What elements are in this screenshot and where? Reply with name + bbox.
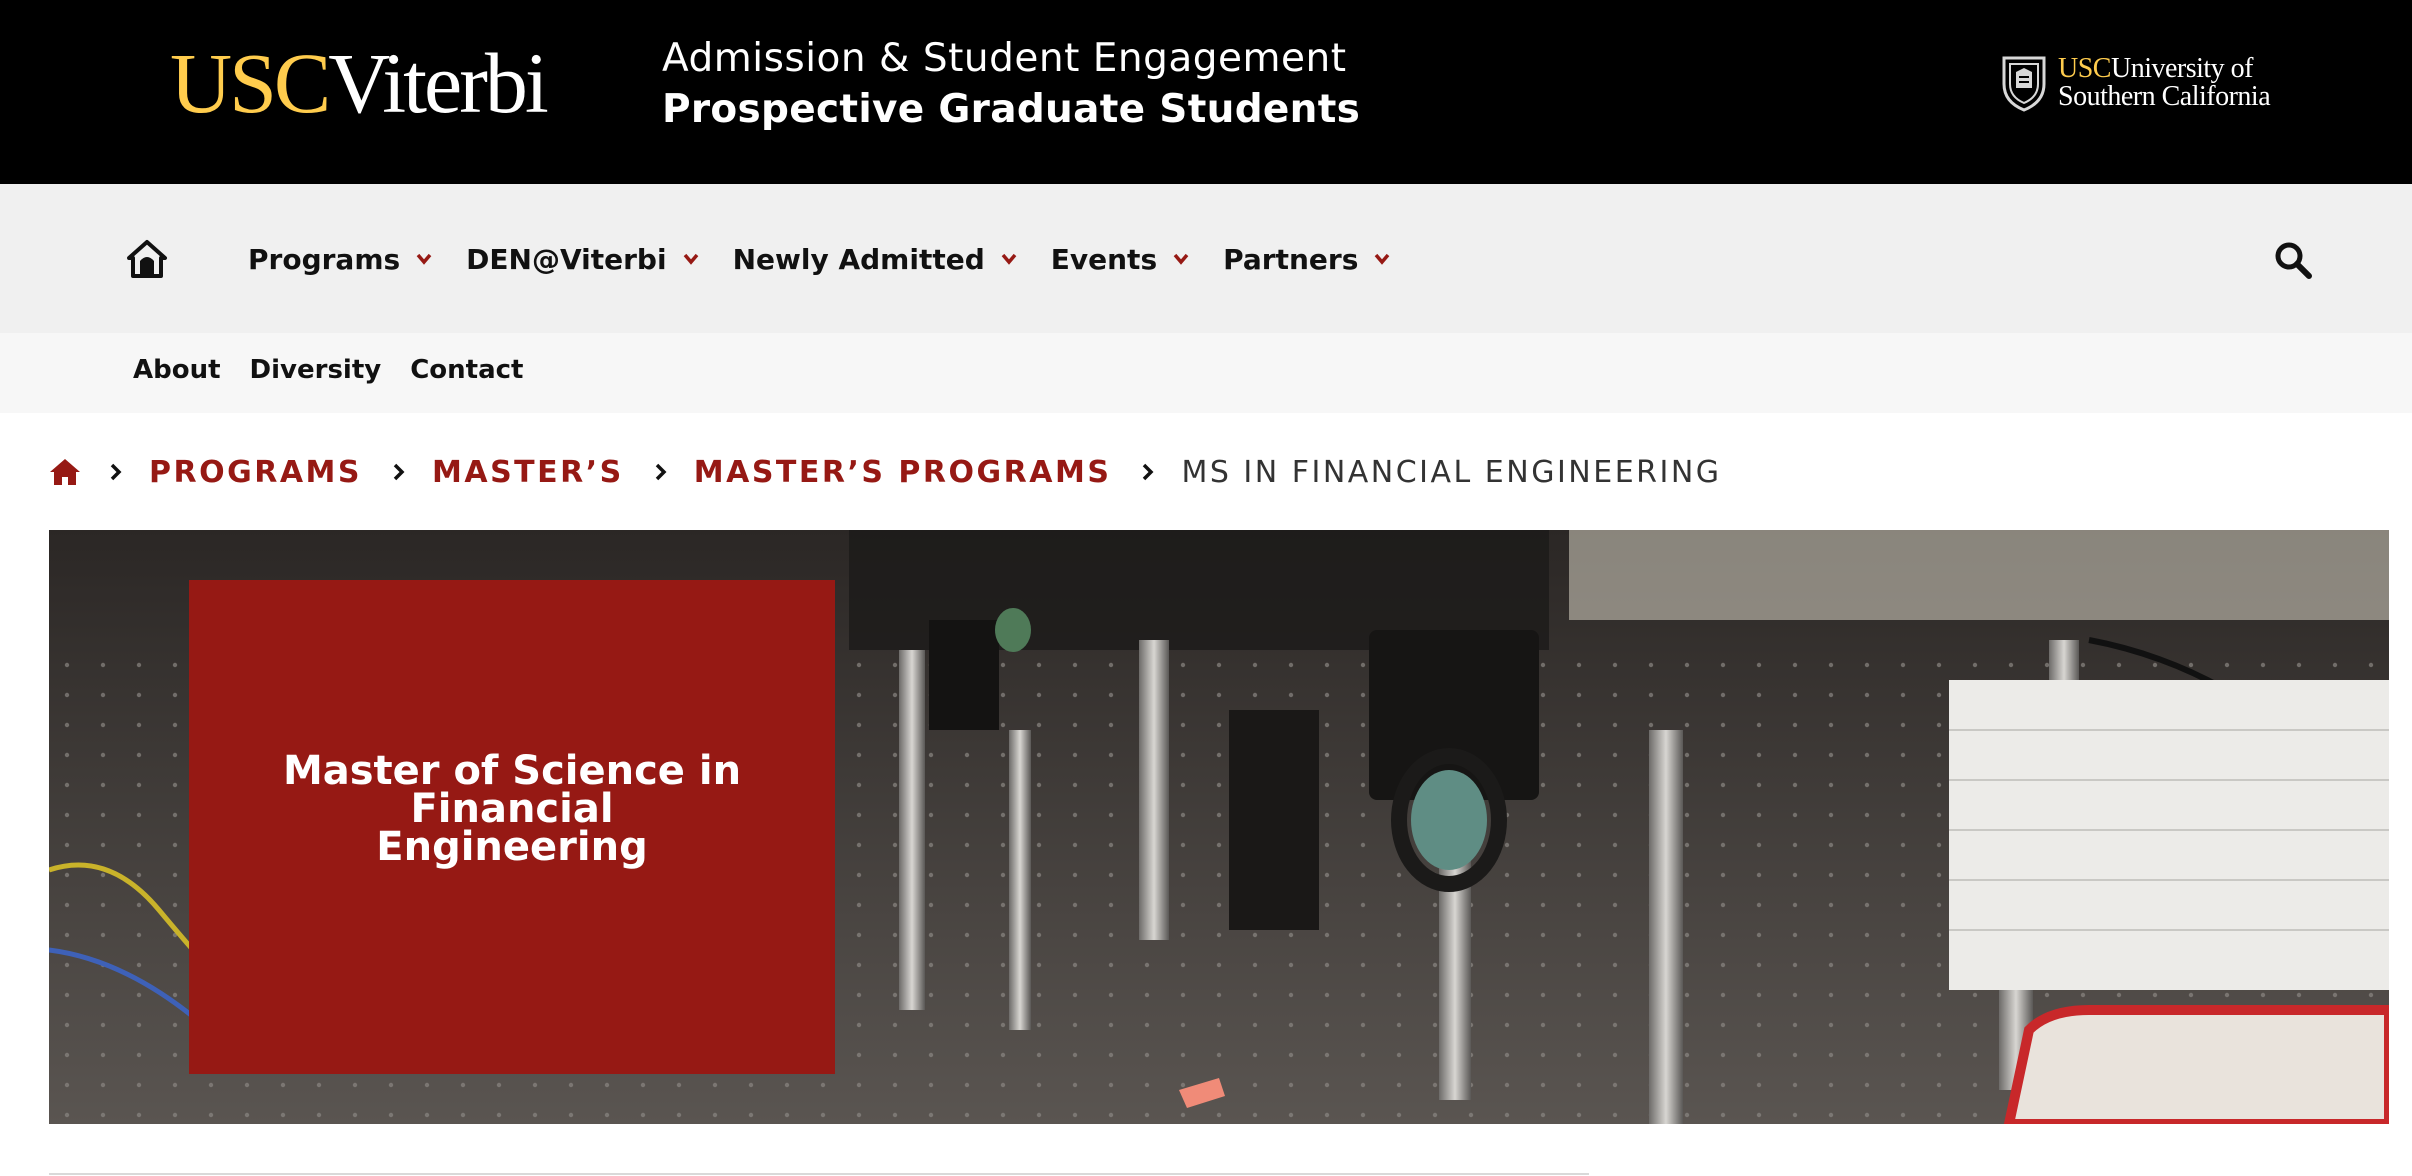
- site-subtitle[interactable]: Prospective Graduate Students: [662, 82, 1360, 138]
- chevron-right-icon: [655, 463, 667, 481]
- hero-title: Master of Science in Financial Engineeri…: [282, 748, 742, 870]
- chevron-down-icon: [1173, 253, 1189, 265]
- secondary-nav-menu: About Diversity Contact: [133, 355, 553, 385]
- site-header: USC Viterbi Admission & Student Engageme…: [0, 0, 2412, 184]
- main-navigation: Programs DEN@Viterbi Newly Admitted Even…: [0, 184, 2412, 333]
- nav-item-events[interactable]: Events: [1051, 243, 1189, 276]
- breadcrumb-home-icon[interactable]: [49, 458, 81, 486]
- hero-title-card: Master of Science in Financial Engineeri…: [189, 580, 835, 1074]
- site-title[interactable]: Admission & Student Engagement: [662, 36, 1360, 82]
- usc-university-logo[interactable]: USCUniversity of Southern California: [2000, 53, 2271, 112]
- usc-wordmark-line1: University of: [2110, 53, 2254, 84]
- chevron-right-icon: [110, 463, 122, 481]
- logo-usc-text: USC: [170, 35, 331, 131]
- chevron-right-icon: [1143, 463, 1154, 481]
- usc-university-wordmark: USCUniversity of Southern California: [2058, 53, 2271, 112]
- usc-seal-icon: [2002, 56, 2046, 112]
- nav-item-label: DEN@Viterbi: [466, 242, 667, 276]
- nav-item-partners[interactable]: Partners: [1223, 243, 1390, 276]
- breadcrumb-current: MS IN FINANCIAL ENGINEERING: [1181, 454, 1722, 490]
- breadcrumb-masters[interactable]: MASTER’S: [432, 455, 624, 490]
- nav-item-label: Partners: [1223, 242, 1359, 276]
- breadcrumb-masters-programs[interactable]: MASTER’S PROGRAMS: [694, 455, 1112, 490]
- nav-item-label: Programs: [248, 242, 401, 276]
- secondary-navigation: About Diversity Contact: [0, 333, 2412, 413]
- nav-item-label: Events: [1050, 242, 1158, 276]
- nav-item-label: Newly Admitted: [732, 242, 985, 276]
- chevron-down-icon: [1375, 253, 1390, 265]
- chevron-down-icon: [683, 253, 698, 265]
- home-icon[interactable]: [126, 239, 168, 279]
- subnav-item-contact[interactable]: Contact: [410, 355, 523, 385]
- subnav-item-about[interactable]: About: [133, 355, 221, 385]
- nav-menu: Programs DEN@Viterbi Newly Admitted Even…: [248, 234, 1424, 284]
- site-titles: Admission & Student Engagement Prospecti…: [662, 36, 1360, 138]
- breadcrumb-programs[interactable]: PROGRAMS: [149, 455, 362, 490]
- search-icon[interactable]: [2274, 241, 2312, 279]
- logo-viterbi-text: Viterbi: [328, 35, 548, 131]
- nav-item-newly-admitted[interactable]: Newly Admitted: [733, 243, 1017, 276]
- chevron-right-icon: [393, 463, 405, 481]
- nav-item-den-viterbi[interactable]: DEN@Viterbi: [466, 243, 698, 276]
- breadcrumb: PROGRAMS MASTER’S MASTER’S PROGRAMS MS I…: [49, 452, 1722, 492]
- subnav-item-diversity[interactable]: Diversity: [250, 355, 382, 385]
- usc-wordmark-line2: Southern California: [2058, 81, 2271, 112]
- chevron-down-icon: [1001, 253, 1017, 265]
- chevron-down-icon: [416, 253, 432, 265]
- usc-wordmark-usc: USC: [2058, 53, 2111, 84]
- nav-item-programs[interactable]: Programs: [248, 243, 432, 276]
- usc-viterbi-logo[interactable]: USC Viterbi: [170, 35, 549, 131]
- hero-banner: Master of Science in Financial Engineeri…: [49, 530, 2389, 1124]
- content-divider: [49, 1173, 1589, 1175]
